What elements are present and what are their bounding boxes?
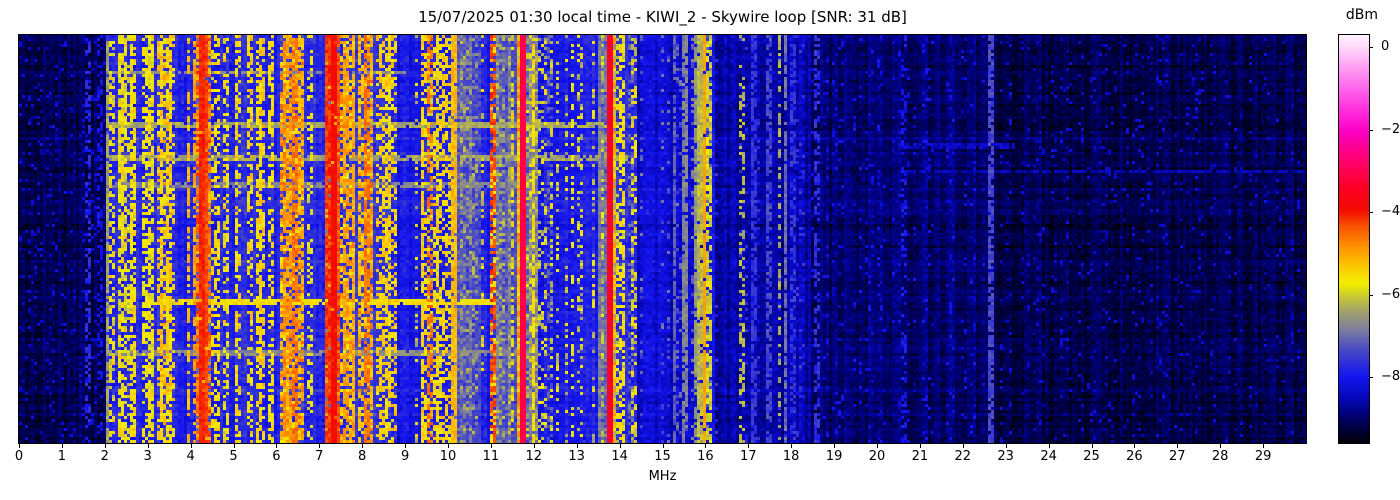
x-tick-label: 9 [390,449,420,464]
x-axis-label: MHz [19,469,1306,484]
x-tick-label: 7 [304,449,334,464]
x-tick-label: 16 [690,449,720,464]
x-tick-label: 12 [519,449,549,464]
x-tick-label: 23 [991,449,1021,464]
spectrogram-figure: 15/07/2025 01:30 local time - KIWI_2 - S… [0,0,1400,500]
x-tick-label: 26 [1119,449,1149,464]
x-tick-label: 17 [733,449,763,464]
x-tick-label: 28 [1205,449,1235,464]
x-tick-label: 10 [433,449,463,464]
x-tick-mark [319,444,320,448]
x-tick-label: 25 [1077,449,1107,464]
x-tick-label: 11 [476,449,506,464]
chart-title: 15/07/2025 01:30 local time - KIWI_2 - S… [19,8,1306,26]
x-tick-mark [963,444,964,448]
x-tick-label: 15 [648,449,678,464]
x-tick-mark [362,444,363,448]
x-tick-mark [534,444,535,448]
x-tick-mark [19,444,20,448]
x-tick-mark [877,444,878,448]
x-tick-mark [577,444,578,448]
x-tick-label: 29 [1248,449,1278,464]
x-tick-label: 2 [90,449,120,464]
x-tick-label: 22 [948,449,978,464]
x-tick-mark [620,444,621,448]
x-tick-label: 14 [605,449,635,464]
x-tick-mark [105,444,106,448]
x-tick-mark [276,444,277,448]
colorbar-tick-label: 0 [1381,39,1389,55]
colorbar-tick-label: −60 [1381,287,1400,303]
x-tick-label: 6 [261,449,291,464]
colorbar-tick-mark [1369,47,1373,48]
x-tick-label: 3 [133,449,163,464]
colorbar-label: dBm [1330,7,1394,23]
colorbar-tick-mark [1369,130,1373,131]
x-tick-mark [491,444,492,448]
x-tick-mark [405,444,406,448]
x-tick-mark [234,444,235,448]
colorbar-tick-mark [1369,212,1373,213]
x-tick-label: 27 [1162,449,1192,464]
colorbar-gradient [1338,34,1370,444]
x-tick-mark [705,444,706,448]
x-tick-mark [1049,444,1050,448]
x-tick-label: 24 [1034,449,1064,464]
colorbar-tick-label: −40 [1381,204,1400,220]
x-tick-mark [148,444,149,448]
x-tick-mark [1092,444,1093,448]
x-tick-label: 21 [905,449,935,464]
x-tick-mark [191,444,192,448]
x-tick-mark [1006,444,1007,448]
x-tick-mark [748,444,749,448]
colorbar-tick-label: −80 [1381,369,1400,385]
x-tick-mark [920,444,921,448]
x-tick-mark [1263,444,1264,448]
x-tick-label: 1 [47,449,77,464]
x-tick-mark [1220,444,1221,448]
colorbar-tick-mark [1369,377,1373,378]
x-tick-mark [448,444,449,448]
x-tick-label: 19 [819,449,849,464]
x-tick-label: 4 [176,449,206,464]
x-tick-mark [834,444,835,448]
x-tick-mark [663,444,664,448]
x-tick-label: 8 [347,449,377,464]
waterfall-heatmap [18,34,1307,444]
colorbar-tick-label: −20 [1381,122,1400,138]
x-tick-label: 18 [776,449,806,464]
x-tick-mark [62,444,63,448]
x-tick-label: 20 [862,449,892,464]
colorbar-tick-mark [1369,295,1373,296]
x-tick-label: 0 [4,449,34,464]
x-tick-mark [1134,444,1135,448]
x-tick-label: 5 [219,449,249,464]
x-tick-mark [791,444,792,448]
x-tick-label: 13 [562,449,592,464]
x-tick-mark [1177,444,1178,448]
